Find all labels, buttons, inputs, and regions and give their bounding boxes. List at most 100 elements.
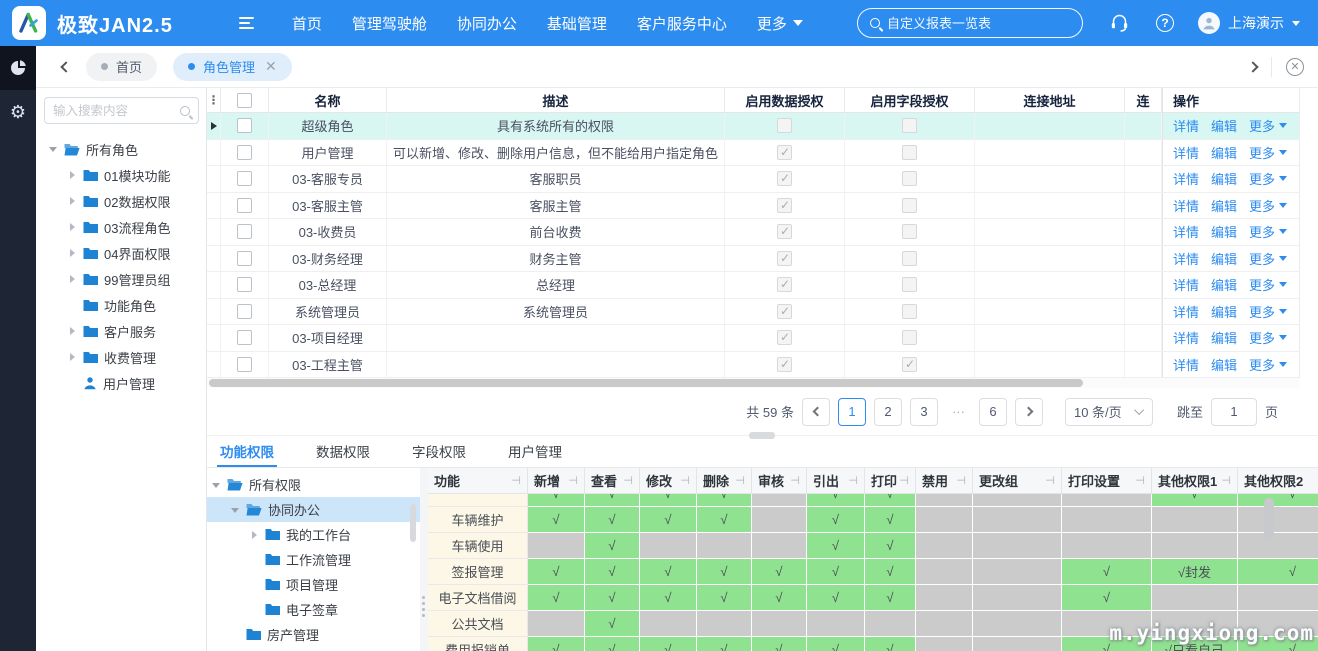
perm-allow-cell[interactable]: √ — [528, 507, 585, 533]
nav-item-5[interactable]: 客户服务中心 — [637, 13, 727, 34]
row-select-cell[interactable] — [221, 352, 269, 378]
expander-open-icon[interactable] — [230, 504, 242, 516]
perm-allow-cell[interactable]: √ — [640, 585, 697, 611]
service-headset-icon[interactable] — [1109, 13, 1130, 33]
expander-open-icon[interactable] — [48, 143, 60, 155]
perm-allow-cell[interactable]: √ — [865, 494, 916, 507]
role-tree-node-2[interactable]: 01模块功能 — [44, 162, 199, 188]
app-logo[interactable] — [12, 6, 46, 40]
more-link[interactable]: 更多 — [1249, 302, 1287, 321]
expander-closed-icon[interactable] — [67, 221, 79, 233]
perm-deny-cell[interactable] — [752, 494, 807, 507]
perm-deny-cell[interactable] — [1238, 507, 1318, 533]
perm-tree-node-8[interactable]: 客户关系管理 — [207, 647, 420, 651]
edit-link[interactable]: 编辑 — [1211, 249, 1237, 268]
perm-col-header-10[interactable]: 更改组⊣ — [973, 468, 1062, 493]
perm-table-scrollbar-thumb[interactable] — [1264, 498, 1274, 540]
perm-allow-cell[interactable]: √ — [1062, 585, 1152, 611]
perm-deny-cell[interactable] — [807, 611, 865, 637]
role-row-7[interactable]: 03-总经理总经理详情编辑更多 — [207, 272, 1299, 299]
checkbox-icon[interactable] — [237, 93, 252, 108]
nav-item-3[interactable]: 协同办公 — [457, 13, 517, 34]
pin-column-icon[interactable]: ⊣ — [899, 474, 909, 487]
page-button-3[interactable]: 3 — [910, 398, 938, 426]
detail-link[interactable]: 详情 — [1173, 196, 1199, 215]
role-tree-node-1[interactable]: 所有角色 — [44, 136, 199, 162]
perm-tree-node-6[interactable]: 电子签章 — [207, 597, 420, 622]
perm-allow-cell[interactable]: √ — [752, 585, 807, 611]
perm-tab-4[interactable]: 用户管理 — [505, 436, 565, 467]
perm-tree-scrollbar-thumb[interactable] — [410, 504, 416, 542]
row-checkbox[interactable] — [237, 118, 252, 133]
perm-allow-cell[interactable]: √ — [865, 637, 916, 651]
page-button-1[interactable]: 1 — [838, 398, 866, 426]
perm-deny-cell[interactable] — [1152, 611, 1238, 637]
role-row-2[interactable]: 用户管理可以新增、修改、删除用户信息，但不能给用户指定角色详情编辑更多 — [207, 140, 1299, 167]
col-header-5[interactable]: 连接地址 — [975, 88, 1125, 112]
global-search-input[interactable] — [887, 16, 1047, 31]
role-row-8[interactable]: 系统管理员系统管理员详情编辑更多 — [207, 299, 1299, 326]
perm-allow-cell[interactable]: √ — [528, 559, 585, 585]
tabs-scroll-right-icon[interactable] — [1247, 61, 1258, 72]
global-search[interactable] — [857, 8, 1083, 38]
perm-deny-cell[interactable] — [973, 585, 1062, 611]
perm-deny-cell[interactable] — [1152, 585, 1238, 611]
perm-allow-cell[interactable]: √ — [865, 559, 916, 585]
more-link[interactable]: 更多 — [1249, 249, 1287, 268]
role-tree-node-10[interactable]: 用户管理 — [44, 370, 199, 396]
perm-allow-cell[interactable]: √ — [697, 507, 752, 533]
detail-link[interactable]: 详情 — [1173, 275, 1199, 294]
perm-deny-cell[interactable] — [916, 637, 973, 651]
page-button-6[interactable]: 6 — [979, 398, 1007, 426]
row-checkbox[interactable] — [237, 251, 252, 266]
perm-tree-node-5[interactable]: 项目管理 — [207, 572, 420, 597]
perm-allow-cell[interactable]: √ — [528, 585, 585, 611]
nav-item-4[interactable]: 基础管理 — [547, 13, 607, 34]
row-select-cell[interactable] — [221, 166, 269, 192]
edit-link[interactable]: 编辑 — [1211, 222, 1237, 241]
perm-allow-cell[interactable]: √ — [807, 494, 865, 507]
select-all-checkbox[interactable] — [221, 88, 269, 112]
perm-allow-cell[interactable]: √封发 — [1152, 559, 1238, 585]
nav-item-2[interactable]: 管理驾驶舱 — [352, 13, 427, 34]
row-checkbox[interactable] — [237, 224, 252, 239]
perm-col-header-9[interactable]: 禁用⊣ — [916, 468, 973, 493]
row-select-cell[interactable] — [221, 193, 269, 219]
perm-tab-1[interactable]: 功能权限 — [217, 436, 277, 467]
perm-deny-cell[interactable] — [1238, 533, 1318, 559]
role-row-6[interactable]: 03-财务经理财务主管详情编辑更多 — [207, 246, 1299, 273]
perm-allow-cell[interactable]: √ — [865, 585, 916, 611]
role-row-5[interactable]: 03-收费员前台收费详情编辑更多 — [207, 219, 1299, 246]
perm-allow-cell[interactable]: √ — [585, 494, 640, 507]
expander-closed-icon[interactable] — [67, 351, 79, 363]
perm-deny-cell[interactable] — [640, 611, 697, 637]
pin-column-icon[interactable]: ⊣ — [735, 474, 745, 487]
detail-link[interactable]: 详情 — [1173, 116, 1199, 135]
col-header-4[interactable]: 启用字段授权 — [845, 88, 975, 112]
perm-deny-cell[interactable] — [1062, 611, 1152, 637]
open-tab-1[interactable]: 首页 — [86, 53, 157, 81]
perm-deny-cell[interactable] — [916, 507, 973, 533]
perm-allow-cell[interactable]: √ — [640, 559, 697, 585]
more-link[interactable]: 更多 — [1249, 275, 1287, 294]
perm-col-header-12[interactable]: 其他权限1⊣ — [1152, 468, 1238, 493]
perm-tree-node-7[interactable]: 房产管理 — [207, 622, 420, 647]
perm-allow-cell[interactable]: √ — [807, 507, 865, 533]
row-checkbox[interactable] — [237, 171, 252, 186]
perm-col-header-4[interactable]: 修改⊣ — [640, 468, 697, 493]
perm-deny-cell[interactable] — [640, 533, 697, 559]
perm-allow-cell[interactable]: √ — [640, 637, 697, 651]
perm-allow-cell[interactable]: √ — [528, 637, 585, 651]
row-checkbox[interactable] — [237, 330, 252, 345]
perm-tab-2[interactable]: 数据权限 — [313, 436, 373, 467]
role-tree-node-9[interactable]: 收费管理 — [44, 344, 199, 370]
perm-allow-cell[interactable]: √ — [865, 533, 916, 559]
nav-item-1[interactable]: 首页 — [292, 13, 322, 34]
detail-link[interactable]: 详情 — [1173, 222, 1199, 241]
more-link[interactable]: 更多 — [1249, 116, 1287, 135]
perm-allow-cell[interactable]: √ — [640, 494, 697, 507]
perm-allow-cell[interactable]: √ — [585, 507, 640, 533]
edit-link[interactable]: 编辑 — [1211, 328, 1237, 347]
row-select-cell[interactable] — [221, 325, 269, 351]
edit-link[interactable]: 编辑 — [1211, 302, 1237, 321]
